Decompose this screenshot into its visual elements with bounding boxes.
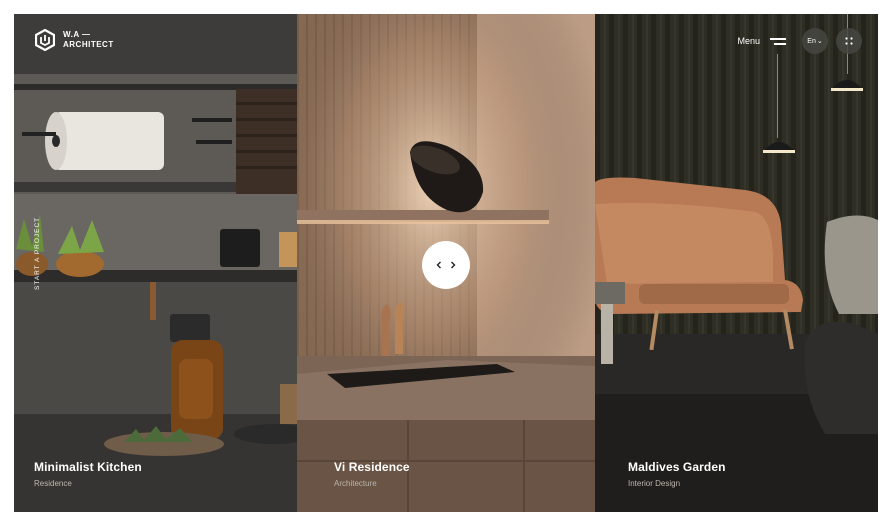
chevron-left-icon	[436, 261, 441, 269]
chevron-down-icon: ⌄	[816, 38, 823, 45]
project-title[interactable]: Minimalist Kitchen	[34, 460, 142, 474]
project-title[interactable]: Maldives Garden	[628, 460, 726, 474]
project-panel-maldives-garden[interactable]: Maldives Garden Interior Design	[595, 14, 878, 512]
project-caption: Maldives Garden Interior Design	[628, 460, 726, 488]
brand-name: W.A — ARCHITECT	[63, 30, 114, 50]
brand-line-1: W.A —	[63, 30, 91, 39]
dots-grid-icon	[845, 37, 853, 45]
language-selector[interactable]: En ⌄	[802, 28, 828, 54]
hamburger-icon[interactable]	[770, 36, 786, 46]
start-project-link[interactable]: START A PROJECT	[34, 217, 41, 290]
header-controls: Menu En ⌄	[737, 28, 862, 54]
prev-slide-button[interactable]	[432, 258, 446, 272]
language-label: En	[807, 37, 816, 45]
maldives-garden-image	[595, 14, 878, 512]
project-caption: Minimalist Kitchen Residence	[34, 460, 142, 488]
chevron-right-icon	[451, 261, 456, 269]
project-panel-kitchen[interactable]: Minimalist Kitchen Residence	[14, 14, 297, 512]
dots-grid-button[interactable]	[836, 28, 862, 54]
kitchen-image	[14, 14, 297, 512]
project-category: Architecture	[334, 479, 377, 488]
slider-navigation	[422, 241, 470, 289]
site-logo[interactable]: W.A — ARCHITECT	[35, 29, 114, 51]
project-title[interactable]: Vi Residence	[334, 460, 410, 474]
next-slide-button[interactable]	[446, 258, 460, 272]
brand-line-2: ARCHITECT	[63, 40, 114, 49]
menu-label[interactable]: Menu	[737, 36, 760, 46]
hexagon-logo-icon	[35, 29, 55, 51]
project-category: Residence	[34, 479, 72, 488]
project-category: Interior Design	[628, 479, 681, 488]
project-caption: Vi Residence Architecture	[334, 460, 410, 488]
